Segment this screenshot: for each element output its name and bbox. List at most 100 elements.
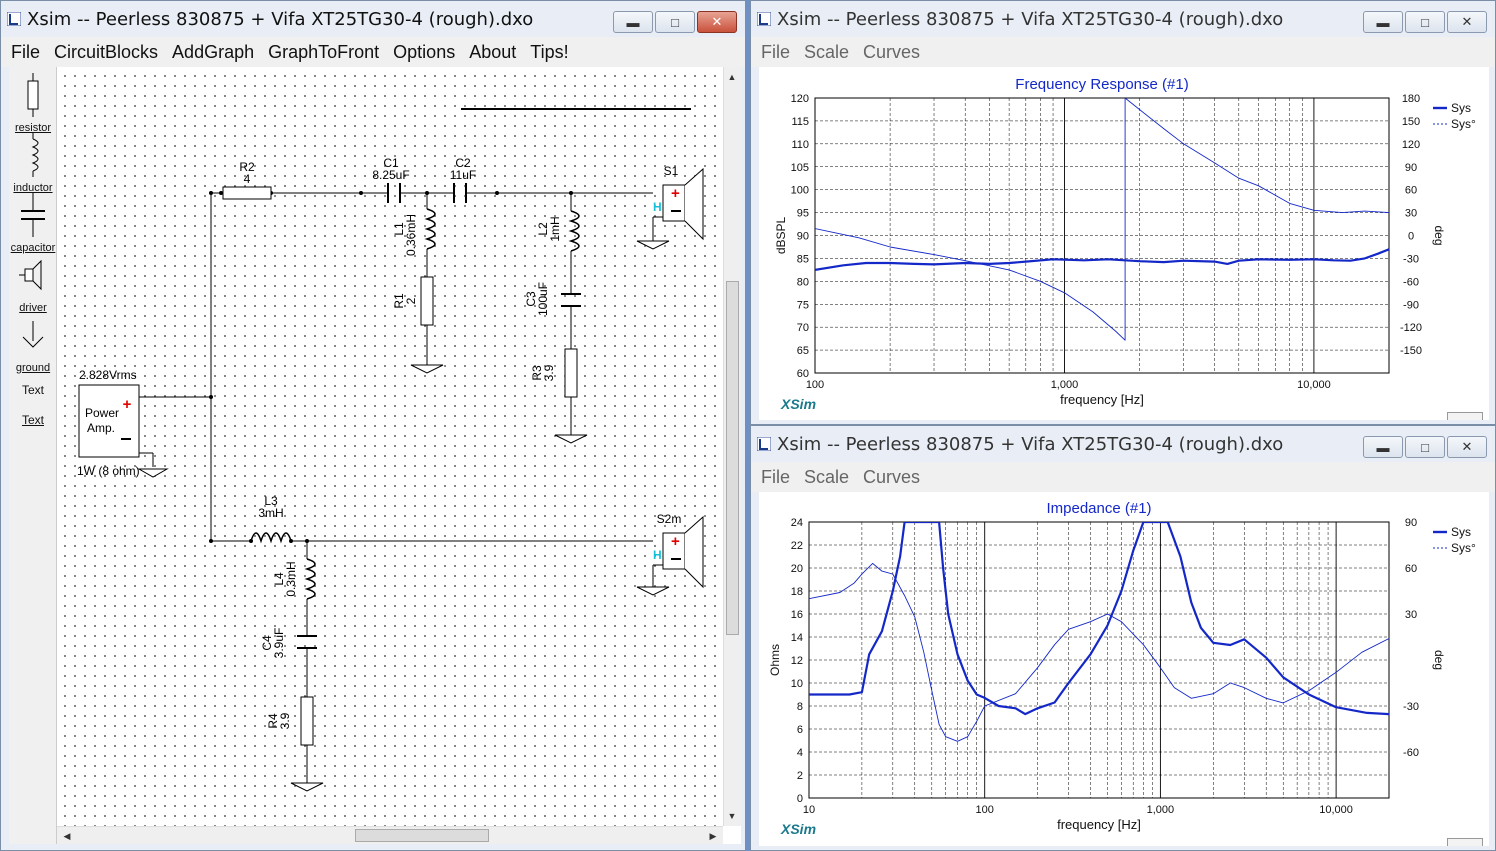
y-tick-label: 95 [797, 208, 809, 220]
y-tick-label: 75 [797, 299, 809, 311]
s1-driver[interactable]: + H [653, 167, 704, 241]
r2-value: 4 [244, 172, 251, 186]
r4-resistor[interactable] [300, 696, 314, 746]
y2-tick-label: 120 [1402, 139, 1420, 151]
scroll-right-icon[interactable]: ▶ [705, 828, 721, 844]
c3-value: 100uF [536, 282, 550, 316]
menu-about[interactable]: About [469, 42, 516, 63]
resistor-icon [27, 73, 39, 117]
maximize-button[interactable]: □ [1405, 436, 1445, 458]
y2-tick-label: -120 [1400, 322, 1422, 334]
xsim-app-icon [7, 12, 21, 26]
vertical-scroll-thumb[interactable] [726, 281, 739, 635]
window-title: Xsim -- Peerless 830875 + Vifa XT25TG30-… [777, 433, 1284, 455]
menu-file[interactable]: File [761, 42, 790, 63]
palette-capacitor[interactable]: capacitor [9, 193, 57, 254]
y-tick-label: 70 [797, 322, 809, 334]
minimize-button[interactable]: ▬ [613, 11, 653, 33]
resize-grip[interactable] [1447, 412, 1483, 420]
x-tick-label: 10,000 [1319, 804, 1353, 816]
l4-inductor[interactable] [304, 558, 316, 600]
scroll-left-icon[interactable]: ◀ [59, 828, 75, 844]
r4-ground [290, 782, 324, 792]
r2-resistor[interactable] [222, 186, 272, 200]
palette-driver[interactable]: driver [9, 253, 57, 314]
power-amp-label1: Power [85, 406, 119, 420]
power-amp-voltage: 2.828Vrms [79, 368, 137, 382]
x-axis-label: frequency [Hz] [1057, 817, 1141, 832]
y-tick-label: 85 [797, 253, 809, 265]
menu-file[interactable]: File [11, 42, 40, 63]
menu-circuitblocks[interactable]: CircuitBlocks [54, 42, 158, 63]
close-button[interactable]: ✕ [697, 11, 737, 33]
schematic-window: Xsim -- Peerless 830875 + Vifa XT25TG30-… [0, 0, 746, 851]
close-button[interactable]: ✕ [1447, 11, 1487, 33]
x-tick-label: 1,000 [1051, 379, 1079, 391]
svg-text:H: H [653, 548, 662, 562]
power-amp-label2: Amp. [87, 421, 115, 435]
maximize-button[interactable]: □ [1405, 11, 1445, 33]
l3-inductor[interactable] [250, 532, 292, 544]
r3-value: 3.9 [542, 364, 556, 381]
driver-icon [19, 259, 42, 291]
freq-titlebar[interactable]: Xsim -- Peerless 830875 + Vifa XT25TG30-… [751, 1, 1495, 37]
palette-inductor[interactable]: inductor [9, 133, 57, 194]
c3-capacitor[interactable] [561, 293, 581, 307]
imp-plot-area[interactable]: 0 2 4 6 8 10 12 14 16 18 20 22 24 -60 -30 30 60 90 10 100 1,… [759, 492, 1489, 846]
y2-tick-label: 150 [1402, 116, 1420, 128]
l2-inductor[interactable] [568, 210, 580, 252]
y-tick-label: 16 [791, 609, 803, 621]
r3-resistor[interactable] [564, 348, 578, 398]
y-axis-label: dBSPL [774, 216, 788, 254]
freq-plot-area[interactable]: 60 65 70 75 80 85 90 95 100 105 110 115 120 -150 -120 -… [759, 67, 1489, 420]
svg-text:H: H [653, 200, 662, 214]
menu-addgraph[interactable]: AddGraph [172, 42, 254, 63]
menu-curves[interactable]: Curves [863, 42, 920, 63]
r1-resistor[interactable] [420, 276, 434, 326]
schematic-titlebar[interactable]: Xsim -- Peerless 830875 + Vifa XT25TG30-… [1, 1, 745, 37]
palette-text-underlined[interactable]: Text [9, 413, 57, 427]
menu-curves[interactable]: Curves [863, 467, 920, 488]
menu-graphtofront[interactable]: GraphToFront [268, 42, 379, 63]
c2-capacitor[interactable] [453, 183, 467, 203]
minimize-button[interactable]: ▬ [1363, 436, 1403, 458]
y2-tick-label: 30 [1405, 208, 1417, 220]
scroll-down-icon[interactable]: ▼ [724, 808, 740, 824]
menu-scale[interactable]: Scale [804, 467, 849, 488]
schematic-canvas[interactable]: + H + H + 2.828Vrms Power Amp. 1W (8 ohm… [57, 67, 723, 826]
schematic-client: resistor inductor capacitor driver groun… [9, 67, 741, 844]
s2m-driver[interactable]: + H [653, 515, 704, 589]
maximize-button[interactable]: □ [655, 11, 695, 33]
scroll-up-icon[interactable]: ▲ [724, 69, 740, 85]
palette-text-label: Text [21, 383, 44, 397]
imp-titlebar[interactable]: Xsim -- Peerless 830875 + Vifa XT25TG30-… [751, 426, 1495, 462]
y2-tick-label: -30 [1403, 701, 1419, 713]
y-tick-label: 2 [797, 770, 803, 782]
menu-file[interactable]: File [761, 467, 790, 488]
c4-capacitor[interactable] [297, 635, 317, 649]
close-button[interactable]: ✕ [1447, 436, 1487, 458]
xsim-app-icon [757, 12, 771, 26]
component-palette: resistor inductor capacitor driver groun… [9, 67, 57, 844]
palette-ground[interactable]: ground [9, 313, 57, 374]
r1-value: 2 [404, 297, 418, 304]
l1-inductor[interactable] [424, 208, 436, 250]
y2-tick-label: 30 [1405, 609, 1417, 621]
menu-options[interactable]: Options [393, 42, 455, 63]
c1-capacitor[interactable] [387, 183, 401, 203]
horizontal-scroll-thumb[interactable] [355, 829, 489, 842]
c1-value: 8.25uF [372, 168, 409, 182]
s2m-ground [636, 586, 670, 596]
frequency-response-chart: 60 65 70 75 80 85 90 95 100 105 110 115 120 -150 -120 -… [774, 76, 1476, 412]
y-tick-label: 8 [797, 701, 803, 713]
menu-scale[interactable]: Scale [804, 42, 849, 63]
resize-grip[interactable] [1447, 838, 1483, 846]
palette-text[interactable]: Text [9, 383, 57, 397]
vertical-scrollbar[interactable]: ▲ ▼ [723, 67, 741, 826]
palette-resistor[interactable]: resistor [9, 73, 57, 134]
horizontal-scrollbar[interactable]: ◀ ▶ [57, 826, 723, 844]
minimize-button[interactable]: ▬ [1363, 11, 1403, 33]
y2-tick-label: -60 [1403, 276, 1419, 288]
menu-tips[interactable]: Tips! [530, 42, 568, 63]
chart-title: Impedance (#1) [1046, 500, 1151, 517]
